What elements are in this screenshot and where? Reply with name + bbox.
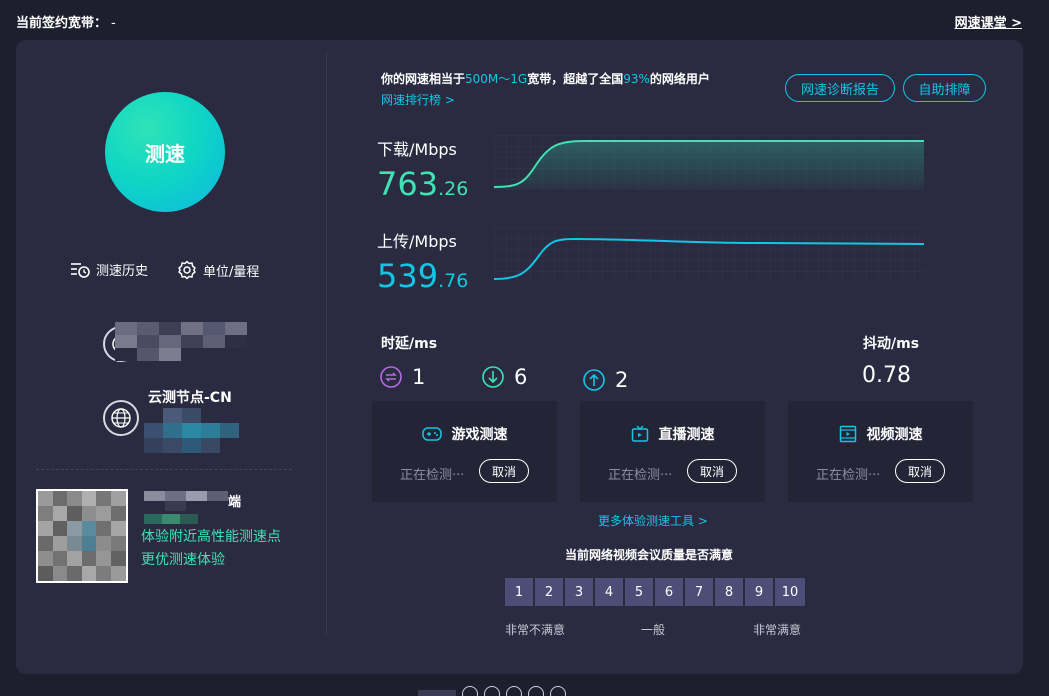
download-value: 763.26 [377,165,468,203]
jitter-label: 抖动/ms [863,336,920,352]
latency-down-value: 6 [514,365,528,389]
top-bar: 当前签约宽带： - 网速课堂 > [16,10,1022,32]
rating-7[interactable]: 7 [685,578,713,606]
rating-5[interactable]: 5 [625,578,653,606]
video-test-title: 视频测速 [788,424,973,444]
live-test-card: 直播测速 正在检测··· 取消 [580,401,765,502]
contract-bandwidth: 当前签约宽带： - [16,12,116,31]
share-icon-2[interactable] [484,686,500,696]
download-int: 763 [377,165,439,203]
speed-history-label: 测速历史 [96,264,149,279]
unit-range-button[interactable]: 单位/量程 [177,260,259,280]
share-label-clipped [418,690,456,696]
unit-range-label: 单位/量程 [203,264,260,280]
game-test-label: 游戏测速 [451,427,508,443]
history-icon [71,262,90,278]
gamepad-icon [421,427,442,441]
summary-suffix: 的网络用户 [649,72,710,86]
gear-icon [178,260,196,280]
rating-2[interactable]: 2 [535,578,563,606]
latency-down: 6 [482,365,527,389]
game-test-card: 游戏测速 正在检测··· 取消 [372,401,557,502]
latency-up-value: 2 [615,368,629,392]
rating-3[interactable]: 3 [565,578,593,606]
speed-history-button[interactable]: 测速历史 [70,260,148,279]
speed-course-link[interactable]: 网速课堂 > [955,12,1022,31]
download-dec: .26 [438,178,469,200]
rating-10[interactable]: 10 [775,578,805,606]
swap-icon [380,366,402,388]
redacted-promo-line [144,514,198,524]
game-test-cancel-button[interactable]: 取消 [479,459,529,483]
summary-prefix: 你的网速相当于 [381,72,466,86]
rating-scale: 1 2 3 4 5 6 7 8 9 10 [505,578,805,606]
game-test-title: 游戏测速 [372,424,557,444]
survey-question: 当前网络视频会议质量是否满意 [565,548,734,562]
video-test-cancel-button[interactable]: 取消 [895,459,945,483]
film-icon [839,425,856,443]
contract-bandwidth-label: 当前签约宽带： [16,16,108,31]
live-test-title: 直播测速 [580,424,765,444]
promo-title-tail: 端 [228,495,242,510]
scale-high-label: 非常满意 [753,623,802,637]
latency-label: 时延/ms [381,336,438,352]
rating-1[interactable]: 1 [505,578,533,606]
promo-line-better: 更优测速体验 [141,552,225,568]
latency-idle: 1 [380,365,425,389]
speed-summary: 你的网速相当于500M～1G宽带，超越了全国93%的网络用户 [381,70,710,87]
test-node-title: 云测节点-CN [148,390,232,406]
summary-range: 500M～1G [465,72,528,86]
rating-4[interactable]: 4 [595,578,623,606]
redacted-node-info [144,408,239,453]
rating-9[interactable]: 9 [745,578,773,606]
scale-mid-label: 一般 [641,623,666,637]
speed-rank-link[interactable]: 网速排行榜 > [381,91,455,108]
upload-dec: .76 [438,270,469,292]
redacted-network-info [115,322,247,361]
arrow-down-circle-icon [482,366,504,388]
share-bar [418,686,566,696]
share-icon-1[interactable] [462,686,478,696]
download-label: 下载/Mbps [377,140,457,159]
live-test-status: 正在检测··· [608,468,673,483]
live-test-cancel-button[interactable]: 取消 [687,459,737,483]
globe-icon [103,400,139,436]
upload-label: 上传/Mbps [377,232,457,251]
download-graph [494,135,926,190]
column-divider [326,52,327,635]
live-test-label: 直播测速 [658,427,715,443]
upload-value: 539.76 [377,257,468,295]
main-panel: 测速 测速历史 单位/量程 云测节点-CN 端 体验附近高性能测速点 更优测速体… [16,40,1023,674]
share-icon-5[interactable] [550,686,566,696]
scale-low-label: 非常不满意 [505,623,566,637]
contract-bandwidth-value: - [111,16,116,31]
upload-graph [494,227,926,282]
video-test-label: 视频测速 [866,427,923,443]
arrow-up-circle-icon [583,369,605,391]
upload-int: 539 [377,257,439,295]
more-tools-link[interactable]: 更多体验测速工具 > [598,512,708,529]
summary-percent: 93% [623,72,650,86]
game-test-status: 正在检测··· [400,468,465,483]
tv-icon [631,425,648,442]
share-icon-3[interactable] [506,686,522,696]
start-speed-test-button[interactable]: 测速 [105,92,225,212]
summary-middle: 宽带，超越了全国 [527,72,624,86]
video-test-status: 正在检测··· [816,468,881,483]
diagnosis-report-button[interactable]: 网速诊断报告 [785,74,895,102]
video-test-card: 视频测速 正在检测··· 取消 [788,401,973,502]
promo-line-nearby: 体验附近高性能测速点 [141,529,281,545]
redacted-promo-title [144,491,228,511]
left-divider [36,469,292,470]
rating-8[interactable]: 8 [715,578,743,606]
jitter-value: 0.78 [862,363,911,388]
latency-idle-value: 1 [412,365,426,389]
self-troubleshoot-button[interactable]: 自助排障 [903,74,986,102]
qr-code [36,489,128,583]
latency-up: 2 [583,368,628,392]
share-icon-4[interactable] [528,686,544,696]
rating-6[interactable]: 6 [655,578,683,606]
